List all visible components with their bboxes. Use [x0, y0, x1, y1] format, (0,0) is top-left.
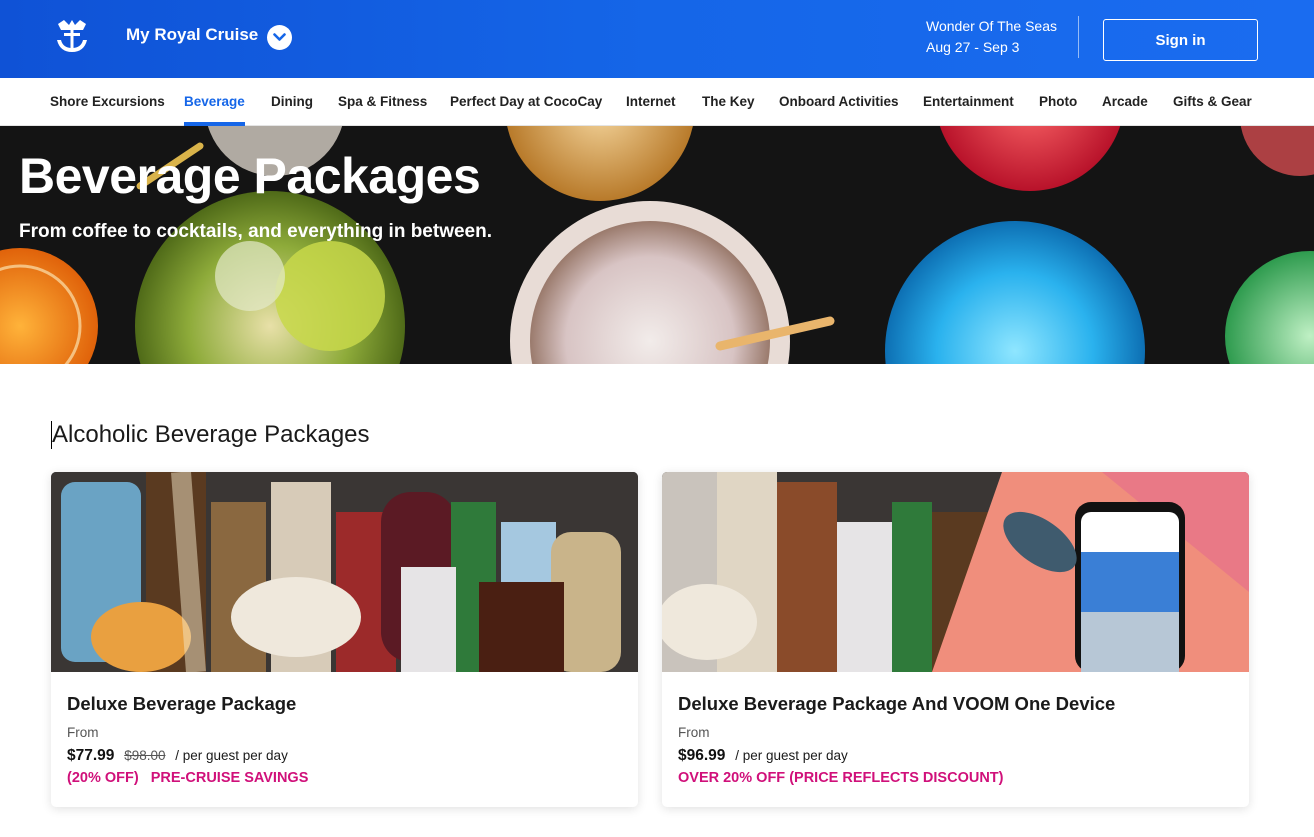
top-header: My Royal Cruise Wonder Of The Seas Aug 2… — [0, 0, 1314, 78]
price-row: $96.99 / per guest per day — [678, 747, 848, 765]
current-price: $96.99 — [678, 747, 726, 764]
hero-title: Beverage Packages — [19, 148, 481, 204]
nav-item-spa-fitness[interactable]: Spa & Fitness — [338, 78, 427, 126]
nav-item-gifts-gear[interactable]: Gifts & Gear — [1173, 78, 1252, 126]
from-label: From — [678, 725, 710, 740]
price-unit: / per guest per day — [175, 748, 288, 763]
drinks-and-phone-image — [662, 472, 1249, 672]
drinks-bottles-image — [51, 472, 638, 672]
from-label: From — [67, 725, 99, 740]
sailing-dates: Aug 27 - Sep 3 — [926, 39, 1020, 55]
ship-name: Wonder Of The Seas — [926, 18, 1057, 34]
price-row: $77.99 $98.00 / per guest per day — [67, 747, 288, 765]
nav-item-entertainment[interactable]: Entertainment — [923, 78, 1014, 126]
nav-item-beverage[interactable]: Beverage — [184, 78, 245, 126]
ship-info: Wonder Of The Seas Aug 27 - Sep 3 — [926, 16, 1057, 58]
nav-item-perfect-day[interactable]: Perfect Day at CocoCay — [450, 78, 602, 126]
my-cruise-label[interactable]: My Royal Cruise — [126, 25, 258, 45]
hero-banner: Beverage Packages From coffee to cocktai… — [0, 126, 1314, 364]
current-price: $77.99 — [67, 747, 115, 764]
discount-badge: (20% OFF) — [67, 770, 139, 786]
package-card-deluxe[interactable]: Deluxe Beverage Package From $77.99 $98.… — [51, 472, 638, 807]
package-card-deluxe-voom[interactable]: Deluxe Beverage Package And VOOM One Dev… — [662, 472, 1249, 807]
nav-item-arcade[interactable]: Arcade — [1102, 78, 1148, 126]
promo-text: (20% OFF) PRE-CRUISE SAVINGS — [67, 770, 308, 786]
hero-subtitle: From coffee to cocktails, and everything… — [19, 221, 492, 242]
category-nav: Shore Excursions Beverage Dining Spa & F… — [0, 78, 1314, 126]
card-title: Deluxe Beverage Package And VOOM One Dev… — [678, 693, 1116, 714]
nav-item-internet[interactable]: Internet — [626, 78, 676, 126]
section-title: Alcoholic Beverage Packages — [51, 421, 370, 449]
nav-item-photo[interactable]: Photo — [1039, 78, 1077, 126]
nav-item-the-key[interactable]: The Key — [702, 78, 755, 126]
nav-item-onboard-activities[interactable]: Onboard Activities — [779, 78, 899, 126]
price-unit: / per guest per day — [735, 748, 848, 763]
nav-item-shore-excursions[interactable]: Shore Excursions — [50, 78, 165, 126]
chevron-down-icon[interactable] — [267, 25, 292, 50]
promo-text: OVER 20% OFF (PRICE REFLECTS DISCOUNT) — [678, 770, 1004, 786]
header-divider — [1078, 16, 1079, 58]
original-price: $98.00 — [124, 748, 166, 763]
card-title: Deluxe Beverage Package — [67, 693, 297, 714]
promo-label: PRE-CRUISE SAVINGS — [150, 770, 309, 786]
nav-item-dining[interactable]: Dining — [271, 78, 313, 126]
sign-in-button[interactable]: Sign in — [1103, 19, 1258, 61]
crown-anchor-logo-icon[interactable] — [52, 18, 92, 56]
